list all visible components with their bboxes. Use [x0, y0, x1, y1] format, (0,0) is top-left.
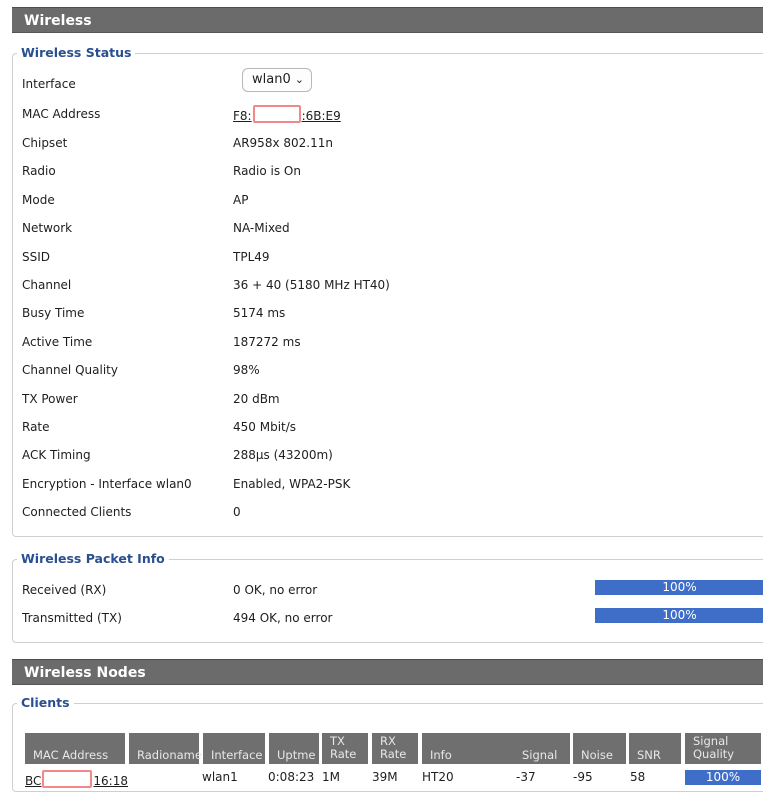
col-header-signal: Signal [514, 733, 570, 764]
col-header-noise: Noise [573, 733, 626, 764]
status-row: Connected Clients 0 [22, 503, 763, 521]
rx-label: Received (RX) [22, 583, 107, 597]
col-header-rx-rate: RX Rate [372, 733, 418, 764]
client-signal-quality-bar: 100% [685, 770, 761, 785]
col-header-info: Info [422, 733, 514, 764]
tx-value: 494 OK, no error [233, 611, 333, 625]
client-mac-suffix: 16:18 [93, 774, 128, 788]
status-row: Radio Radio is On [22, 162, 763, 180]
status-row-label: Chipset [22, 136, 68, 150]
status-row-value: AP [233, 193, 249, 207]
col-header-snr: SNR [629, 733, 681, 764]
wireless-status-legend: Wireless Status [17, 45, 136, 61]
wireless-packet-info-panel: Wireless Packet Info Received (RX) 0 OK,… [12, 551, 763, 643]
rx-progress-bar: 100% [595, 580, 763, 595]
mac-address-prefix: F8: [233, 109, 252, 123]
status-row-value: Radio is On [233, 164, 301, 178]
status-row-value: AR958x 802.11n [233, 136, 333, 150]
status-row-label: Channel Quality [22, 363, 118, 377]
redaction-box [42, 770, 93, 788]
status-row-label: ACK Timing [22, 448, 91, 462]
interface-select-value: wlan0 [252, 72, 291, 87]
rx-value: 0 OK, no error [233, 583, 318, 597]
mac-address-row: MAC Address F8: :6B:E9 [22, 105, 763, 123]
client-signal: -37 [516, 770, 536, 784]
status-row-label: Busy Time [22, 306, 85, 320]
chevron-down-icon: ⌄ [294, 73, 304, 86]
col-header-signal-quality: Signal Quality [685, 733, 761, 764]
col-header-mac-address: MAC Address [25, 733, 125, 764]
status-row-value: 36 + 40 (5180 MHz HT40) [233, 278, 390, 292]
tx-progress-bar: 100% [595, 608, 763, 623]
status-row-value: Enabled, WPA2-PSK [233, 477, 351, 491]
wireless-status-panel: Wireless Status Interface wlan0 ⌄ MAC Ad… [12, 45, 763, 537]
status-row: Active Time 187272 ms [22, 333, 763, 351]
wireless-nodes-section-header: Wireless Nodes [12, 659, 763, 685]
client-rx-rate: 39M [372, 770, 398, 784]
col-header-interface: Interface [203, 733, 265, 764]
status-row-label: Rate [22, 420, 50, 434]
status-row-label: Channel [22, 278, 72, 292]
status-row-label: Radio [22, 164, 56, 178]
clients-panel: Clients MAC Address Radioname Interface … [12, 695, 763, 792]
status-row: Rate 450 Mbit/s [22, 418, 763, 436]
client-mac-prefix: BC [25, 774, 42, 788]
status-row: Chipset AR958x 802.11n [22, 134, 763, 152]
status-row-label: Mode [22, 193, 55, 207]
client-mac-link[interactable]: BC 16:18 [25, 770, 128, 788]
mac-address-label: MAC Address [22, 107, 101, 121]
status-row-value: 288µs (43200m) [233, 448, 333, 462]
status-row: Channel 36 + 40 (5180 MHz HT40) [22, 276, 763, 294]
status-row-label: TX Power [22, 392, 78, 406]
mac-address-link[interactable]: F8: :6B:E9 [233, 105, 341, 125]
client-noise: -95 [573, 770, 593, 784]
status-row: TX Power 20 dBm [22, 390, 763, 408]
status-row-label: Network [22, 221, 73, 235]
status-row-label: Active Time [22, 335, 93, 349]
status-row-label: SSID [22, 250, 51, 264]
status-row-label: Encryption - Interface wlan0 [22, 477, 192, 491]
client-interface: wlan1 [202, 770, 238, 784]
status-row: Channel Quality 98% [22, 361, 763, 379]
status-row: Encryption - Interface wlan0 Enabled, WPA… [22, 475, 763, 493]
mac-address-suffix: :6B:E9 [301, 109, 341, 123]
status-row-value: 5174 ms [233, 306, 286, 320]
status-row-value: NA-Mixed [233, 221, 290, 235]
status-row-value: 187272 ms [233, 335, 301, 349]
status-row: Mode AP [22, 191, 763, 209]
interface-select[interactable]: wlan0 ⌄ [242, 68, 312, 92]
status-row-value: TPL49 [233, 250, 270, 264]
packet-info-legend: Wireless Packet Info [17, 551, 169, 567]
status-row-value: 450 Mbit/s [233, 420, 297, 434]
client-info: HT20 [422, 770, 454, 784]
tx-label: Transmitted (TX) [22, 611, 122, 625]
col-header-radioname: Radioname [129, 733, 202, 764]
status-row-value: 0 [233, 505, 241, 519]
client-uptime: 0:08:23 [268, 770, 315, 784]
redaction-box [252, 105, 301, 123]
status-row: ACK Timing 288µs (43200m) [22, 446, 763, 464]
clients-legend: Clients [17, 695, 74, 711]
status-row: Busy Time 5174 ms [22, 304, 763, 322]
status-row-value: 20 dBm [233, 392, 280, 406]
col-header-tx-rate: TX Rate [322, 733, 368, 764]
status-row-label: Connected Clients [22, 505, 132, 519]
status-row: SSID TPL49 [22, 248, 763, 266]
interface-row: Interface wlan0 ⌄ [22, 68, 763, 93]
client-snr: 58 [630, 770, 646, 784]
interface-label: Interface [22, 77, 76, 91]
client-tx-rate: 1M [322, 770, 340, 784]
col-header-uptime: Uptme [269, 733, 319, 764]
status-row: Network NA-Mixed [22, 219, 763, 237]
wireless-section-header: Wireless [12, 7, 763, 33]
status-row-value: 98% [233, 363, 260, 377]
